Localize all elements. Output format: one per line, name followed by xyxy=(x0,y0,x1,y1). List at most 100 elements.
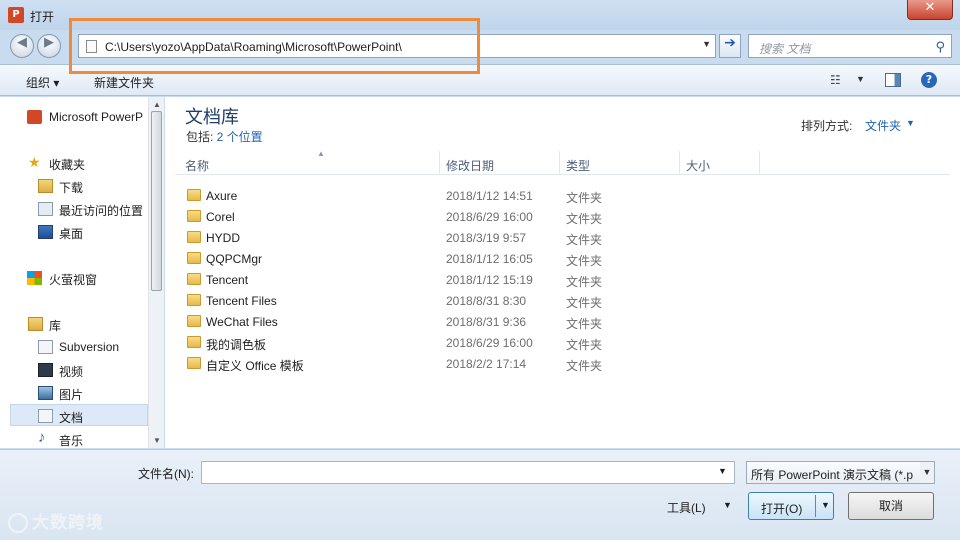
library-icon xyxy=(28,317,43,331)
open-button[interactable]: 打开(O) ▼ xyxy=(748,492,834,520)
preview-pane-icon[interactable] xyxy=(885,73,901,87)
column-divider[interactable] xyxy=(439,151,440,175)
file-name: Tencent xyxy=(206,273,249,287)
column-header-row: ▲ 名称 修改日期 类型 大小 xyxy=(175,149,950,175)
search-box[interactable]: 搜索 文档 ⚲ xyxy=(748,34,952,58)
file-type-value: 所有 PowerPoint 演示文稿 (*.p xyxy=(751,468,914,482)
file-type: 文件夹 xyxy=(566,296,603,310)
arrange-by-label: 排列方式: xyxy=(801,119,853,133)
arrange-by-dropdown[interactable]: 文件夹 xyxy=(865,117,901,134)
file-type: 文件夹 xyxy=(566,275,603,289)
table-row[interactable]: 自定义 Office 模板 2018/2/2 17:14 文件夹 xyxy=(175,353,950,374)
file-modified: 2018/1/12 15:19 xyxy=(446,273,533,287)
scrollbar-thumb[interactable] xyxy=(151,111,162,291)
filename-field[interactable] xyxy=(201,461,735,484)
file-modified: 2018/8/31 8:30 xyxy=(446,294,527,308)
chevron-down-icon[interactable]: ▼ xyxy=(821,500,830,510)
tools-button[interactable]: 工具(L) xyxy=(667,499,706,516)
file-name: HYDD xyxy=(206,231,241,245)
chevron-down-icon[interactable]: ▼ xyxy=(856,74,865,84)
file-type: 文件夹 xyxy=(566,338,603,352)
back-button[interactable]: ◀ xyxy=(10,34,34,58)
file-type: 文件夹 xyxy=(566,212,603,226)
scroll-up-icon[interactable]: ▲ xyxy=(153,100,161,109)
column-divider[interactable] xyxy=(559,151,560,175)
sidebar-item-documents[interactable]: 文档 xyxy=(10,404,148,426)
sidebar-item-subversion[interactable]: Subversion xyxy=(0,336,148,358)
watermark: 大数跨境 xyxy=(8,508,104,533)
search-icon[interactable]: ⚲ xyxy=(935,39,945,55)
table-row[interactable]: HYDD 2018/3/19 9:57 文件夹 xyxy=(175,227,950,248)
table-row[interactable]: Corel 2018/6/29 16:00 文件夹 xyxy=(175,206,950,227)
table-row[interactable]: Axure 2018/1/12 14:51 文件夹 xyxy=(175,185,950,206)
help-icon[interactable]: ? xyxy=(921,72,937,88)
sidebar-item-videos[interactable]: 视频 xyxy=(0,359,148,381)
sidebar-item-desktop[interactable]: 桌面 xyxy=(0,221,148,243)
library-subtitle: 包括: 2 个位置 xyxy=(186,128,263,145)
library-title: 文档库 xyxy=(185,107,239,127)
cancel-button[interactable]: 取消 xyxy=(848,492,934,520)
folder-icon xyxy=(187,210,201,222)
sidebar-item-computer[interactable]: 火萤视窗 xyxy=(0,267,148,289)
desktop-icon xyxy=(38,225,53,239)
document-icon xyxy=(38,409,53,423)
document-icon xyxy=(38,340,53,354)
powerpoint-icon xyxy=(27,110,42,124)
table-row[interactable]: Tencent Files 2018/8/31 8:30 文件夹 xyxy=(175,290,950,311)
sidebar-item-recent[interactable]: 最近访问的位置 xyxy=(0,198,148,220)
search-placeholder: 搜索 文档 xyxy=(759,42,811,56)
column-header-size[interactable]: 大小 xyxy=(686,157,710,174)
filename-label: 文件名(N): xyxy=(138,467,194,481)
column-header-modified[interactable]: 修改日期 xyxy=(446,157,494,174)
file-name: 自定义 Office 模板 xyxy=(206,359,304,373)
file-type: 文件夹 xyxy=(566,359,603,373)
file-list-pane: 文档库 包括: 2 个位置 排列方式: 文件夹 ▼ ▲ 名称 修改日期 类型 大… xyxy=(165,97,960,448)
file-name: Corel xyxy=(206,210,235,224)
column-divider[interactable] xyxy=(759,151,760,175)
organize-button[interactable]: 组织 ▾ xyxy=(26,74,59,91)
sidebar-item-powerpoint[interactable]: Microsoft PowerP xyxy=(0,106,148,128)
close-button[interactable]: ✕ xyxy=(907,0,953,20)
scroll-down-icon[interactable]: ▼ xyxy=(153,436,161,445)
chevron-down-icon[interactable]: ▼ xyxy=(718,466,727,476)
dialog-footer: 文件名(N): ▼ 所有 PowerPoint 演示文稿 (*.p ▼ 工具(L… xyxy=(0,449,960,540)
file-modified: 2018/6/29 16:00 xyxy=(446,336,533,350)
powerpoint-app-icon: P xyxy=(8,7,24,23)
forward-button[interactable]: ▶ xyxy=(37,34,61,58)
folder-icon xyxy=(187,189,201,201)
sidebar-item-music[interactable]: ♪ 音乐 xyxy=(0,428,148,450)
sidebar-scrollbar[interactable]: ▲ ▼ xyxy=(148,97,164,448)
music-icon: ♪ xyxy=(38,429,46,446)
file-name: Axure xyxy=(206,189,238,203)
sidebar-item-pictures[interactable]: 图片 xyxy=(0,382,148,404)
folder-icon xyxy=(187,273,201,285)
chevron-down-icon[interactable]: ▼ xyxy=(723,500,732,510)
table-row[interactable]: 我的调色板 2018/6/29 16:00 文件夹 xyxy=(175,332,950,353)
view-options-icon[interactable]: ☷ xyxy=(830,73,841,87)
file-name: Tencent Files xyxy=(206,294,277,308)
go-arrow-button[interactable]: ➔ xyxy=(719,34,741,58)
column-header-type[interactable]: 类型 xyxy=(566,157,590,174)
download-folder-icon xyxy=(38,179,53,193)
column-divider[interactable] xyxy=(679,151,680,175)
file-type-select[interactable]: 所有 PowerPoint 演示文稿 (*.p ▼ xyxy=(746,461,935,484)
new-folder-button[interactable]: 新建文件夹 xyxy=(94,74,154,91)
sidebar-item-libraries[interactable]: 库 xyxy=(0,313,148,335)
chevron-down-icon[interactable]: ▼ xyxy=(920,462,934,483)
sidebar-item-downloads[interactable]: 下载 xyxy=(0,175,148,197)
picture-icon xyxy=(38,386,53,400)
star-icon: ★ xyxy=(28,154,41,170)
folder-icon xyxy=(187,336,201,348)
table-row[interactable]: WeChat Files 2018/8/31 9:36 文件夹 xyxy=(175,311,950,332)
sidebar-item-favorites[interactable]: ★ 收藏夹 xyxy=(0,152,148,174)
windows-icon xyxy=(27,271,42,285)
chevron-down-icon[interactable]: ▼ xyxy=(906,118,915,128)
file-type: 文件夹 xyxy=(566,233,603,247)
file-name: 我的调色板 xyxy=(206,338,267,352)
file-type: 文件夹 xyxy=(566,191,603,205)
table-row[interactable]: Tencent 2018/1/12 15:19 文件夹 xyxy=(175,269,950,290)
chevron-down-icon[interactable]: ▼ xyxy=(702,39,711,49)
locations-link[interactable]: 2 个位置 xyxy=(217,130,263,144)
column-header-name[interactable]: 名称 xyxy=(185,157,209,174)
table-row[interactable]: QQPCMgr 2018/1/12 16:05 文件夹 xyxy=(175,248,950,269)
